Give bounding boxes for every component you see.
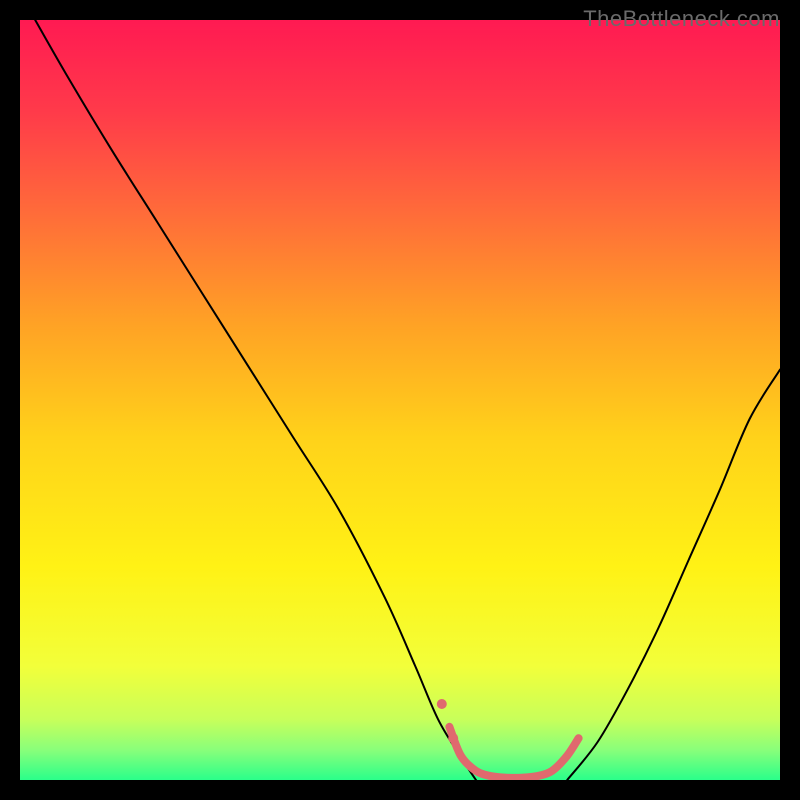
marker-valley-dot-upper xyxy=(437,699,447,709)
series-valley-segment xyxy=(449,727,578,778)
watermark-text: TheBottleneck.com xyxy=(583,6,780,32)
chart-plot-area xyxy=(20,20,780,780)
series-left-curve xyxy=(35,20,476,780)
marker-valley-dot-lower xyxy=(448,733,458,743)
series-right-curve xyxy=(567,370,780,780)
chart-curves-layer xyxy=(20,20,780,780)
